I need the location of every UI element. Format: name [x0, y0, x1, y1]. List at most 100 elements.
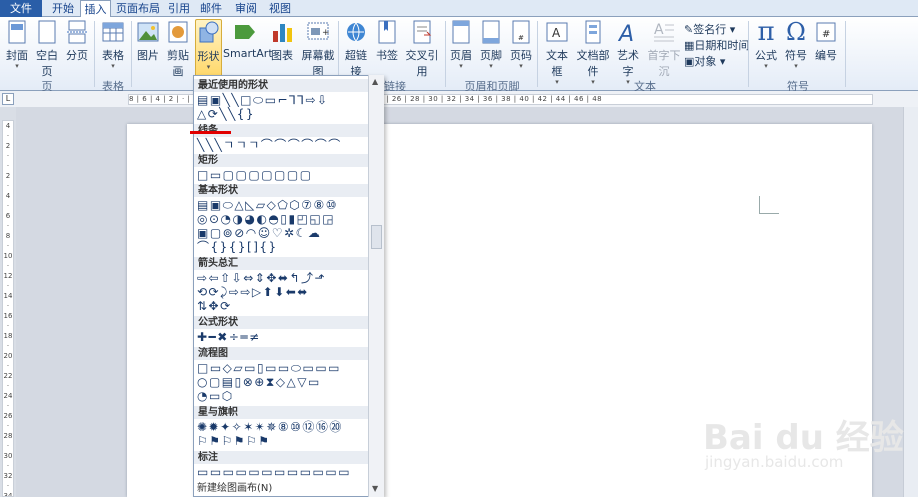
omega-icon: Ω: [786, 18, 806, 46]
picture-label: 图片: [137, 49, 159, 62]
blank-page-label: 空白页: [36, 49, 58, 78]
shape-row-arrows-2[interactable]: ⟲⟳⤸⇨⇨▷⬆⬇⬅⬌: [197, 286, 309, 299]
tab-insert[interactable]: 插入: [80, 0, 111, 18]
group-separator: [445, 21, 446, 87]
shape-row-recent-1[interactable]: ▤▣╲╲□⬭▭⌐⅂⅂⇨⇩: [197, 94, 329, 107]
drop-cap-button[interactable]: A 首字下沉: [644, 19, 684, 79]
group-separator: [94, 21, 95, 87]
margin-marker: [759, 196, 779, 214]
blank-page-button[interactable]: 空白页: [32, 19, 62, 79]
bookmark-label: 书签: [376, 49, 398, 62]
table-button[interactable]: 表格 ▾: [100, 19, 126, 70]
smartart-label: SmartArt: [223, 47, 273, 60]
header-button[interactable]: 页眉 ▾: [449, 19, 473, 70]
shape-row-arrows-3[interactable]: ⇅✥⟳: [197, 300, 232, 313]
smartart-icon: [235, 25, 255, 39]
shape-row-recent-2[interactable]: △⟳╲╲{}: [197, 108, 255, 121]
dropdown-arrow-icon: ▾: [206, 63, 211, 71]
cover-page-button[interactable]: 封面 ▾: [4, 19, 30, 70]
hyperlink-button[interactable]: 超链接: [341, 19, 371, 79]
group-separator: [748, 21, 749, 87]
dropdown-arrow-icon: ▾: [794, 62, 798, 70]
shape-row-equation[interactable]: ✚━✖÷═≠: [197, 331, 261, 344]
signature-line-icon: ✎: [684, 23, 694, 36]
shapes-button[interactable]: 形状 ▾: [195, 19, 222, 77]
dropdown-arrow-icon: ▾: [591, 78, 595, 86]
category-flowchart: 流程图: [194, 347, 368, 360]
screenshot-icon: +: [307, 22, 330, 40]
picture-button[interactable]: 图片: [135, 19, 161, 63]
tab-mailings[interactable]: 邮件: [196, 0, 226, 17]
shape-row-flow-1[interactable]: □▭◇▱▭▯▭▭⬭▭▭▭: [197, 362, 341, 375]
dropdown-arrow-icon: ▾: [489, 62, 493, 70]
text-box-button[interactable]: A 文本框 ▾: [541, 19, 573, 86]
header-icon: [452, 20, 470, 44]
vertical-ruler[interactable]: 4 · 2 · · 2 · 4 · 6 · 8 · 10 · 12 · 14 · 16 · 18 · 20 · 22 · 24 · 26 ·…: [2, 120, 14, 497]
blank-page-icon: [38, 20, 56, 44]
group-separator: [537, 21, 538, 87]
tab-view[interactable]: 视图: [264, 0, 296, 17]
dropdown-arrow-icon: ▾: [111, 62, 115, 70]
symbol-label: 符号: [785, 49, 807, 62]
shape-row-basic-1[interactable]: ▤▣⬭△◺▱◇⬠⬡⑦⑧⑩: [197, 199, 338, 212]
page-break-button[interactable]: 分页: [64, 19, 90, 63]
shape-row-arrows-1[interactable]: ⇨⇦⇧⇩⇔⇕✥⬌↰⤴⬏: [197, 272, 326, 285]
category-callouts: 标注: [194, 451, 368, 464]
tab-review[interactable]: 审阅: [230, 0, 262, 17]
pi-icon: π: [757, 17, 775, 47]
gallery-scrollbar[interactable]: ▲ ▼: [368, 75, 384, 497]
shape-row-flow-2[interactable]: ○▢▤▯⊗⊕⧗◇△▽▭: [197, 376, 321, 389]
clipart-button[interactable]: 剪贴画: [162, 19, 194, 79]
svg-text:A: A: [617, 22, 634, 45]
shape-row-lines[interactable]: ╲╲╲ㄱㄱㄱ⌒⌒⌒⌒⌒⌒: [197, 139, 342, 152]
vertical-scrollbar[interactable]: [903, 107, 918, 497]
symbol-button[interactable]: Ω 符号 ▾: [783, 18, 809, 70]
cover-page-icon: [8, 20, 26, 44]
footer-button[interactable]: 页脚 ▾: [479, 19, 503, 70]
shape-row-stars-1[interactable]: ✺✹✦✧✶✴✵⑧⑩⑫⑯⑳: [197, 421, 343, 434]
tab-file[interactable]: 文件: [0, 0, 42, 17]
header-label: 页眉: [450, 49, 472, 62]
tab-page-layout[interactable]: 页面布局: [114, 0, 162, 17]
quick-parts-icon: [585, 20, 601, 44]
chart-button[interactable]: 图表: [268, 19, 296, 63]
category-stars-banners: 星与旗帜: [194, 406, 368, 419]
scroll-thumb[interactable]: [371, 225, 382, 249]
page-number-icon: #: [512, 20, 530, 44]
wordart-button[interactable]: A 艺术字 ▾: [613, 19, 643, 86]
dropdown-arrow-icon: ▾: [519, 62, 523, 70]
equation-button[interactable]: π 公式 ▾: [753, 17, 779, 70]
date-time-button[interactable]: ▦日期和时间: [684, 37, 749, 53]
tab-home[interactable]: 开始: [46, 0, 80, 17]
signature-line-button[interactable]: ✎签名行 ▾: [684, 21, 735, 37]
scroll-down-icon[interactable]: ▼: [372, 484, 378, 493]
wordart-label: 艺术字: [617, 49, 639, 78]
shapes-label: 形状: [197, 50, 220, 63]
shape-row-stars-2[interactable]: ⚐⚑⚐⚑⚐⚑: [197, 435, 271, 448]
page-number-button[interactable]: # 页码 ▾: [509, 19, 533, 70]
cross-reference-label: 交叉引用: [405, 49, 439, 78]
shape-row-basic-4[interactable]: ⌒{}{}[]{}: [197, 241, 278, 254]
object-icon: ▣: [684, 55, 695, 68]
quick-parts-button[interactable]: 文档部件 ▾: [573, 19, 613, 86]
cross-reference-button[interactable]: 交叉引用: [402, 19, 442, 79]
scroll-up-icon[interactable]: ▲: [372, 77, 378, 86]
shape-row-flow-3[interactable]: ◔▭⬡: [197, 390, 234, 403]
svg-text:+: +: [322, 28, 330, 38]
watermark-url: jingyan.baidu.com: [705, 453, 844, 471]
date-time-label: 日期和时间: [694, 39, 750, 52]
smartart-button[interactable]: SmartArt: [223, 19, 273, 60]
page-break-label: 分页: [66, 49, 88, 62]
object-button[interactable]: ▣对象 ▾: [684, 53, 725, 69]
shape-row-basic-2[interactable]: ◎⊙◔◑◕◐◓▯▮◰◱◲: [197, 213, 335, 226]
shape-row-callouts[interactable]: ▭▭▭▭▭▭▭▭▭▭▭▭: [197, 466, 351, 479]
shape-row-rectangles[interactable]: □▭▢▢▢▢▢▢▢: [197, 169, 313, 182]
number-button[interactable]: # 编号: [813, 19, 839, 63]
tab-selector[interactable]: L: [2, 93, 14, 105]
shape-row-basic-3[interactable]: ▣▢⊚⊘◠☺♡✲☾☁: [197, 227, 321, 240]
bookmark-button[interactable]: 书签: [374, 19, 400, 63]
tab-references[interactable]: 引用: [164, 0, 194, 17]
chart-icon: [273, 24, 292, 42]
new-drawing-canvas[interactable]: 新建绘图画布(N): [197, 482, 272, 495]
category-recent: 最近使用的形状: [194, 79, 368, 92]
